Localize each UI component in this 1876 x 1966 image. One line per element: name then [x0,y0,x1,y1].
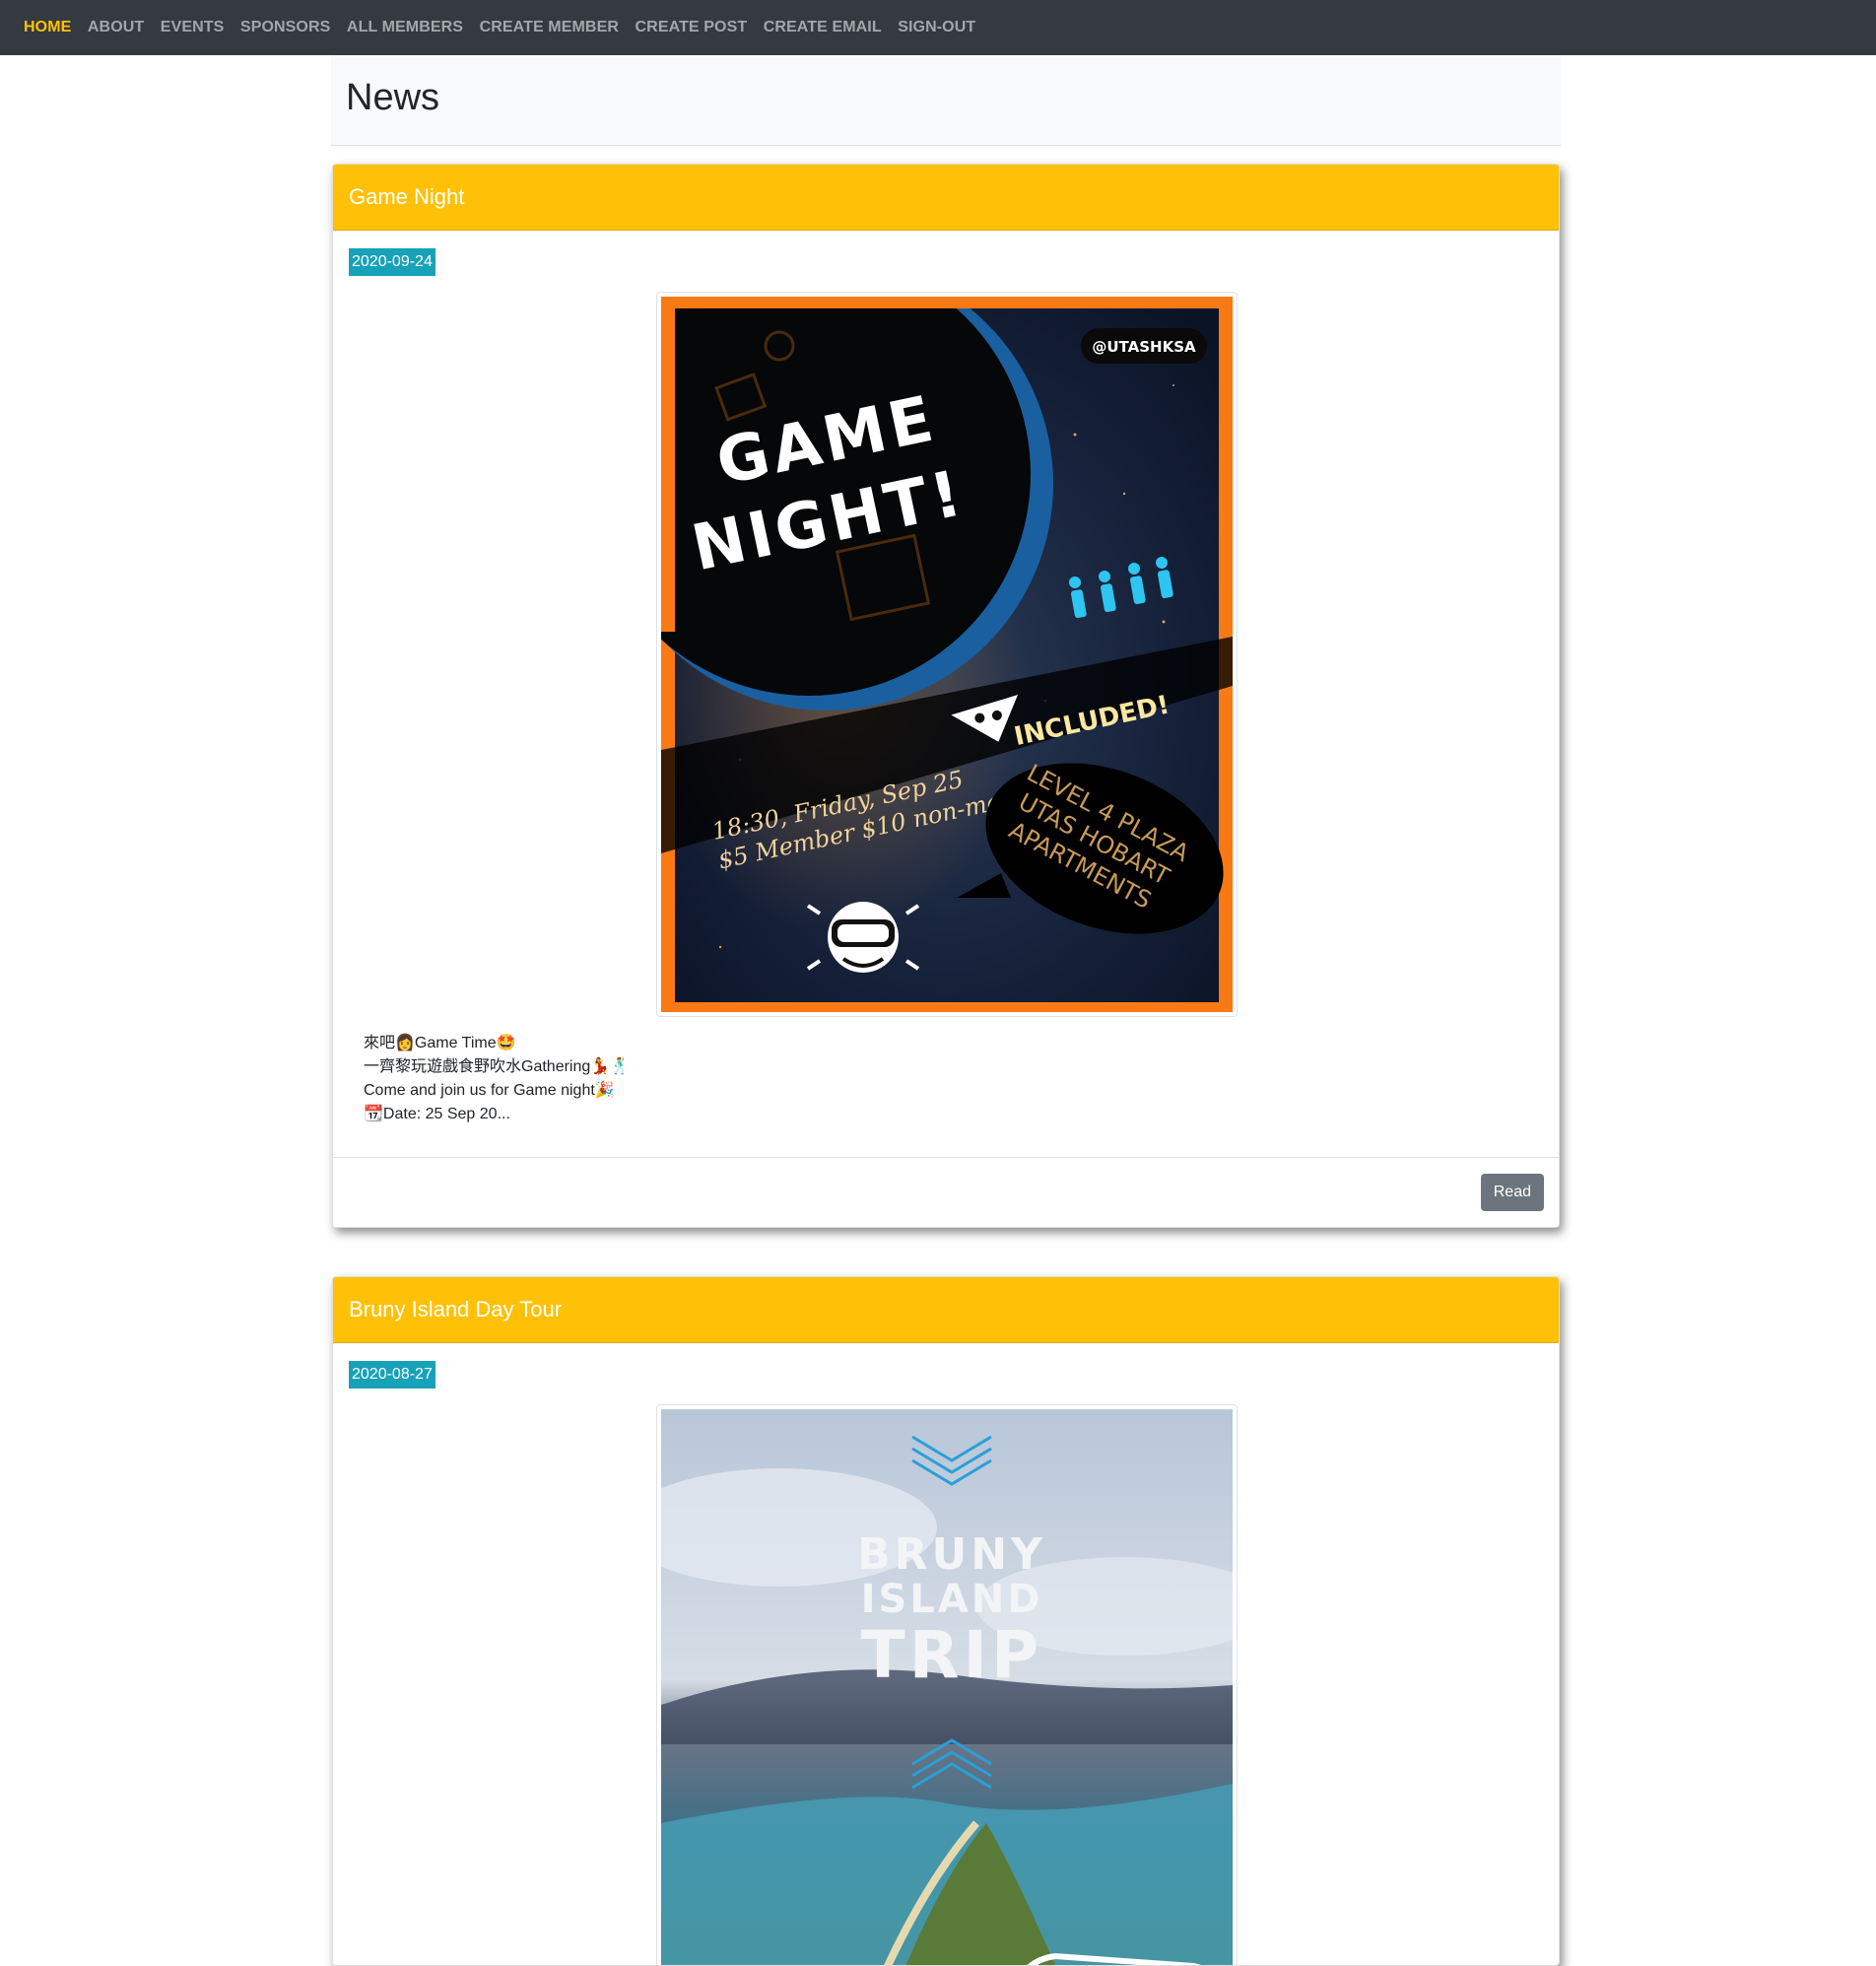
top-navbar: HOME ABOUT EVENTS SPONSORS ALL MEMBERS C… [0,0,1876,55]
nav-sponsors[interactable]: SPONSORS [240,19,331,36]
bruny-line-3: TRIP [861,1617,1043,1693]
read-button[interactable]: Read [1480,1174,1544,1211]
post-title: Bruny Island Day Tour [349,1297,563,1322]
page-header: News [331,55,1561,146]
bruny-line-1: BRUNY [857,1529,1046,1580]
post-title: Game Night [349,184,465,209]
nav-events[interactable]: EVENTS [161,19,225,36]
nav-all-members[interactable]: ALL MEMBERS [347,19,463,36]
nav-sign-out[interactable]: SIGN-OUT [898,19,975,36]
nav-create-post[interactable]: CREATE POST [636,19,748,36]
post-image-game-night: @UTASHKSA GAME NIGHT! 18:30, Friday, Sep… [656,292,1238,1017]
nav-home[interactable]: HOME [24,19,71,36]
post-card-header: Game Night [333,165,1559,231]
post-date-badge: 2020-09-24 [349,248,436,276]
post-card-footer: Read [333,1157,1559,1227]
poster-handle: @UTASHKSA [1092,338,1196,356]
excerpt-line: 一齊黎玩遊戲食野吹水Gathering💃🕺 [364,1058,631,1075]
page-title: News [346,77,440,118]
nav-about[interactable]: ABOUT [88,19,144,36]
excerpt-line: 來吧👩Game Time🤩 [364,1035,516,1051]
post-image-bruny-island: BRUNY ISLAND TRIP [656,1404,1238,1965]
nav-create-member[interactable]: CREATE MEMBER [480,19,619,36]
post-card-bruny-island: Bruny Island Day Tour 2020-08-27 BRUNY I… [332,1276,1560,1966]
bruny-line-2: ISLAND [861,1577,1043,1622]
excerpt-line: Come and join us for Game night🎉 [364,1082,615,1099]
post-card-game-night: Game Night 2020-09-24 @UTASHKSA GAME NIG… [332,164,1560,1228]
nav-create-email[interactable]: CREATE EMAIL [764,19,882,36]
post-excerpt: 來吧👩Game Time🤩 一齊黎玩遊戲食野吹水Gathering💃🕺 Come… [364,1032,630,1126]
post-card-header: Bruny Island Day Tour [333,1277,1559,1343]
excerpt-line: 📆Date: 25 Sep 20... [364,1106,510,1122]
post-date-badge: 2020-08-27 [349,1361,436,1389]
